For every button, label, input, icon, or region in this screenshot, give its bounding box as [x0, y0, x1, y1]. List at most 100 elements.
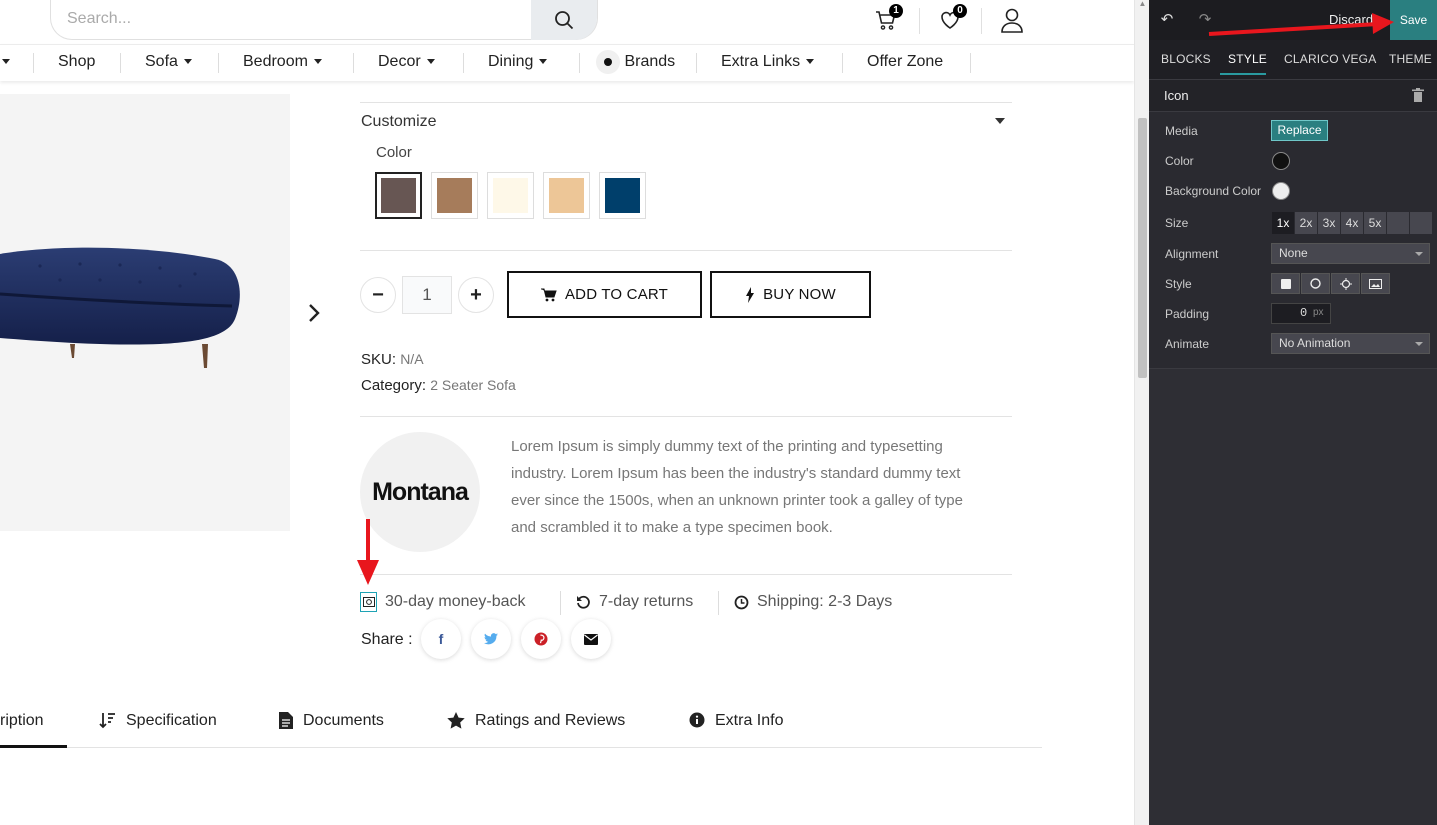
- sun-icon: [1339, 277, 1352, 290]
- nav-divider: [463, 53, 464, 73]
- buy-now-button[interactable]: BUY NOW: [710, 271, 871, 318]
- nav-item-extra-links[interactable]: Extra Links: [721, 45, 815, 81]
- nav-divider: [353, 53, 354, 73]
- search-button[interactable]: [531, 0, 597, 40]
- tab-clarico-vega[interactable]: CLARICO VEGA: [1284, 52, 1376, 66]
- tab-style[interactable]: STYLE: [1228, 52, 1267, 66]
- animate-label: Animate: [1165, 337, 1210, 351]
- nav-item-shop[interactable]: Shop: [58, 45, 95, 81]
- tab-documents[interactable]: Documents: [279, 712, 384, 748]
- nav-label: Brands: [624, 53, 676, 70]
- size-option[interactable]: 5x: [1363, 212, 1386, 234]
- animate-value: No Animation: [1279, 336, 1351, 350]
- save-button[interactable]: Save: [1390, 0, 1437, 40]
- divider: [360, 102, 1012, 103]
- nav-item-decor[interactable]: Decor: [378, 45, 435, 81]
- size-option[interactable]: 4x: [1340, 212, 1363, 234]
- wishlist-button[interactable]: 0: [936, 4, 967, 34]
- nav-label: Decor: [378, 53, 421, 70]
- customize-title[interactable]: Customize: [361, 113, 437, 131]
- undo-icon: [577, 595, 590, 609]
- background-color-picker[interactable]: [1272, 182, 1290, 200]
- square-style-button[interactable]: [1271, 273, 1300, 294]
- quantity-increase-button[interactable]: +: [458, 277, 494, 313]
- share-pinterest-button[interactable]: [521, 619, 561, 659]
- search-bar: [50, 0, 598, 40]
- nav-item-bedroom[interactable]: Bedroom: [243, 45, 322, 81]
- animate-select[interactable]: No Animation: [1271, 333, 1430, 354]
- nav-divider: [218, 53, 219, 73]
- undo-icon[interactable]: ↶: [1158, 11, 1176, 29]
- tab-blocks[interactable]: BLOCKS: [1161, 52, 1211, 66]
- replace-media-button[interactable]: Replace: [1271, 120, 1328, 141]
- quantity-decrease-button[interactable]: −: [360, 277, 396, 313]
- nav-item-sofa[interactable]: Sofa: [145, 45, 192, 81]
- nav-divider: [842, 53, 843, 73]
- tab-specification[interactable]: Specification: [99, 712, 217, 748]
- next-image-button[interactable]: [304, 300, 324, 326]
- add-to-cart-button[interactable]: ADD TO CART: [507, 271, 702, 318]
- tab-description[interactable]: ription: [0, 712, 67, 748]
- sku-label: SKU:: [361, 351, 397, 368]
- search-input[interactable]: [67, 10, 507, 28]
- swatch-fill: [605, 178, 640, 213]
- nav-item-offer-zone[interactable]: Offer Zone: [867, 45, 943, 81]
- background-color-label: Background Color: [1165, 184, 1262, 198]
- circle-style-button[interactable]: [1301, 273, 1330, 294]
- size-option[interactable]: [1386, 212, 1409, 234]
- category-link[interactable]: 2 Seater Sofa: [430, 377, 516, 393]
- tab-extra-info[interactable]: Extra Info: [689, 712, 783, 748]
- money-back-icon[interactable]: [360, 592, 377, 612]
- trash-icon[interactable]: [1412, 88, 1424, 102]
- feature-label: 7-day returns: [599, 593, 694, 610]
- chevron-right-icon: [309, 304, 320, 322]
- bolt-icon: [746, 286, 755, 303]
- size-option[interactable]: [1409, 212, 1432, 234]
- caret-down-icon: [426, 59, 435, 65]
- share-email-button[interactable]: [571, 619, 611, 659]
- tab-theme[interactable]: THEME: [1389, 52, 1432, 66]
- brand-logo[interactable]: Montana: [360, 432, 480, 552]
- caret-down-icon[interactable]: [995, 118, 1005, 124]
- minus-icon: −: [372, 284, 384, 306]
- color-swatch[interactable]: [375, 172, 422, 219]
- discard-button[interactable]: Discard: [1329, 12, 1373, 27]
- tab-ratings-reviews[interactable]: Ratings and Reviews: [447, 712, 625, 748]
- scroll-up-icon[interactable]: ▲: [1138, 0, 1147, 8]
- alignment-select[interactable]: None: [1271, 243, 1430, 264]
- swatch-fill: [437, 178, 472, 213]
- account-button[interactable]: [998, 6, 1026, 34]
- store-page: 1 0 Shop Sofa Bedroom Decor Dining Brand…: [0, 0, 1134, 825]
- swatch-fill: [549, 178, 584, 213]
- size-selector: 1x 2x 3x 4x 5x: [1271, 212, 1432, 234]
- sku-value: N/A: [400, 351, 424, 367]
- style-label: Style: [1165, 277, 1192, 291]
- feature-divider: [560, 591, 561, 615]
- color-swatch[interactable]: [543, 172, 590, 219]
- add-to-cart-label: ADD TO CART: [564, 286, 669, 303]
- quantity-input[interactable]: 1: [402, 276, 452, 314]
- color-swatch[interactable]: [487, 172, 534, 219]
- nav-item-brands[interactable]: Brands: [596, 45, 675, 81]
- facebook-icon: f: [438, 631, 444, 647]
- square-icon: [1280, 278, 1291, 289]
- nav-item-truncated[interactable]: [0, 45, 10, 81]
- color-swatch[interactable]: [431, 172, 478, 219]
- size-option[interactable]: 1x: [1271, 212, 1294, 234]
- image-style-button[interactable]: [1361, 273, 1390, 294]
- cart-button[interactable]: 1: [872, 4, 903, 34]
- color-swatch[interactable]: [599, 172, 646, 219]
- shadow-style-button[interactable]: [1331, 273, 1360, 294]
- user-icon: [1001, 8, 1023, 33]
- color-picker[interactable]: [1272, 152, 1290, 170]
- nav-item-dining[interactable]: Dining: [488, 45, 548, 81]
- size-option[interactable]: 2x: [1294, 212, 1317, 234]
- page-scrollbar[interactable]: ▲: [1134, 0, 1149, 825]
- size-option[interactable]: 3x: [1317, 212, 1340, 234]
- share-facebook-button[interactable]: f: [421, 619, 461, 659]
- share-twitter-button[interactable]: [471, 619, 511, 659]
- scrollbar-thumb[interactable]: [1138, 118, 1147, 378]
- tab-label: Ratings and Reviews: [475, 712, 626, 729]
- product-image[interactable]: [0, 94, 290, 531]
- redo-icon[interactable]: ↷: [1196, 11, 1214, 29]
